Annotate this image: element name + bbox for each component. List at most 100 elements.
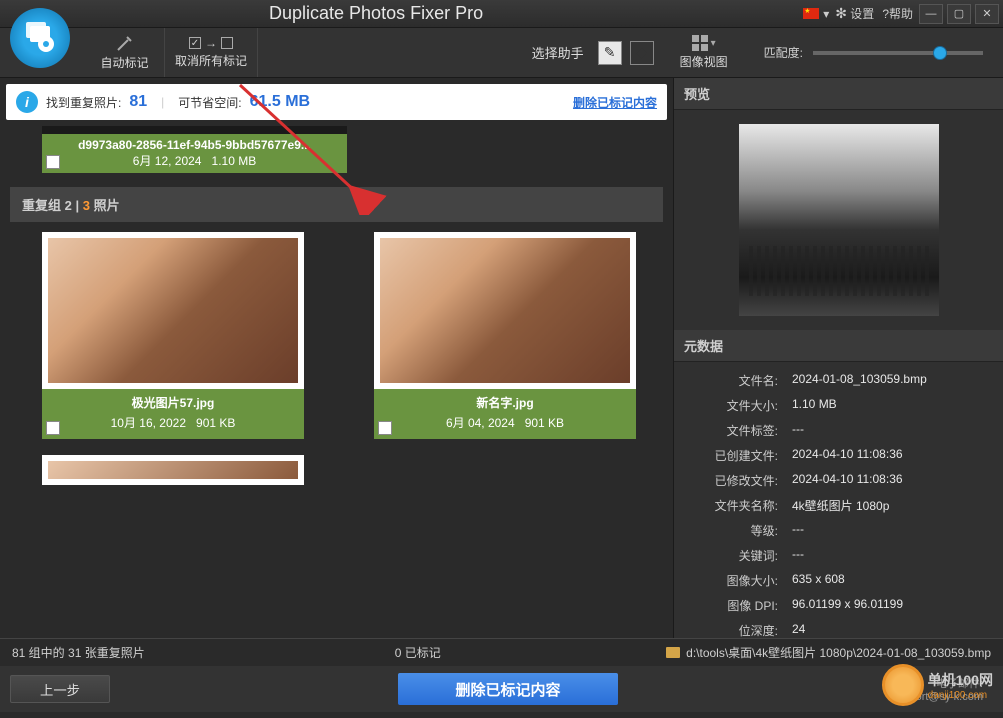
flag-icon[interactable] <box>803 8 819 19</box>
maximize-button[interactable]: ▢ <box>947 4 971 24</box>
results-scroll[interactable]: d9973a80-2856-11ef-94b5-9bbd57677e9... 6… <box>0 126 673 638</box>
metadata-row: 已创建文件:2024-04-10 11:08:36 <box>684 443 993 468</box>
toolbar: 自动标记 ✓ → 取消所有标记 选择助手 ✎ ◆ ▾ 图像视图 匹配度: <box>0 28 1003 78</box>
meta-value: --- <box>792 522 993 539</box>
meta-value: 2024-04-10 11:08:36 <box>792 447 993 464</box>
savable-size: 61.5 MB <box>250 93 310 111</box>
metadata-row: 图像 DPI:96.01199 x 96.01199 <box>684 593 993 618</box>
preview-image <box>739 124 939 316</box>
metadata-row: 关键词:--- <box>684 543 993 568</box>
meta-label: 等级: <box>684 522 792 539</box>
meta-label: 图像 DPI: <box>684 597 792 614</box>
metadata-row: 文件标签:--- <box>684 418 993 443</box>
match-slider[interactable] <box>813 51 983 55</box>
meta-value: 1.10 MB <box>792 397 993 414</box>
found-count: 81 <box>129 93 147 111</box>
preview-header: 预览 <box>674 78 1003 110</box>
match-label: 匹配度: <box>764 44 803 61</box>
dropdown-icon[interactable]: ▾ <box>823 7 829 21</box>
auto-mark-button[interactable]: 自动标记 <box>85 28 165 77</box>
metadata-list: 文件名:2024-01-08_103059.bmp文件大小:1.10 MB文件标… <box>674 362 1003 638</box>
select-helper: 选择助手 ✎ ◆ <box>522 28 664 77</box>
photo-thumbnail <box>42 126 347 134</box>
photo-size: 1.10 MB <box>212 154 257 168</box>
results-panel: i 找到重复照片: 81 | 可节省空间: 61.5 MB 删除已标记内容 d9… <box>0 78 673 638</box>
meta-label: 图像大小: <box>684 572 792 589</box>
savable-label: 可节省空间: <box>178 94 241 111</box>
metadata-row: 图像大小:635 x 608 <box>684 568 993 593</box>
metadata-row: 已修改文件:2024-04-10 11:08:36 <box>684 468 993 493</box>
meta-value: 2024-04-10 11:08:36 <box>792 472 993 489</box>
unmark-all-button[interactable]: ✓ → 取消所有标记 <box>165 28 258 77</box>
photo-thumbnail <box>380 238 630 383</box>
meta-value: --- <box>792 422 993 439</box>
photo-checkbox[interactable] <box>46 155 60 169</box>
metadata-row: 文件名:2024-01-08_103059.bmp <box>684 368 993 393</box>
minimize-button[interactable]: — <box>919 4 943 24</box>
image-view-button[interactable]: ▾ 图像视图 <box>664 28 744 77</box>
photo-filename: 新名字.jpg <box>378 394 632 411</box>
helper-btn-1[interactable]: ✎ <box>598 41 622 65</box>
empty-box-icon <box>221 37 233 49</box>
meta-label: 文件名: <box>684 372 792 389</box>
photo-filename: d9973a80-2856-11ef-94b5-9bbd57677e9... <box>50 138 339 152</box>
photo-thumbnail <box>48 238 298 383</box>
slider-thumb[interactable] <box>933 46 947 60</box>
found-label: 找到重复照片: <box>46 94 121 111</box>
meta-label: 关键词: <box>684 547 792 564</box>
meta-value: 24 <box>792 622 993 638</box>
metadata-header: 元数据 <box>674 330 1003 362</box>
close-button[interactable]: ✕ <box>975 4 999 24</box>
watermark-text: 单机100网 <box>928 670 993 690</box>
meta-label: 已修改文件: <box>684 472 792 489</box>
titlebar: Duplicate Photos Fixer Pro ▾ ✻ 设置 ?帮助 — … <box>0 0 1003 28</box>
metadata-row: 位深度:24 <box>684 618 993 638</box>
settings-link[interactable]: ✻ 设置 <box>833 5 876 22</box>
app-title: Duplicate Photos Fixer Pro <box>269 3 483 24</box>
delete-marked-link[interactable]: 删除已标记内容 <box>573 94 657 111</box>
photo-filename: 极光图片57.jpg <box>46 394 300 411</box>
meta-label: 文件标签: <box>684 422 792 439</box>
meta-label: 文件夹名称: <box>684 497 792 514</box>
metadata-row: 文件夹名称:4k壁纸图片 1080p <box>684 493 993 518</box>
meta-label: 位深度: <box>684 622 792 638</box>
bottom-bar: 上一步 删除已标记内容 电子邮件: support@sy k.com <box>0 666 1003 712</box>
metadata-row: 文件大小:1.10 MB <box>684 393 993 418</box>
meta-value: 96.01199 x 96.01199 <box>792 597 993 614</box>
folder-icon <box>666 647 680 658</box>
watermark-url: danji100.com <box>928 690 993 701</box>
photo-card[interactable]: d9973a80-2856-11ef-94b5-9bbd57677e9... 6… <box>42 126 347 173</box>
helper-btn-2[interactable]: ◆ <box>630 41 654 65</box>
delete-marked-button[interactable]: 删除已标记内容 <box>398 673 618 705</box>
photo-size: 901 KB <box>525 416 564 430</box>
watermark: 单机100网 danji100.com <box>882 664 993 706</box>
info-bar: i 找到重复照片: 81 | 可节省空间: 61.5 MB 删除已标记内容 <box>6 84 667 120</box>
photos-gear-icon <box>22 20 58 56</box>
meta-label: 已创建文件: <box>684 447 792 464</box>
details-panel: 预览 元数据 文件名:2024-01-08_103059.bmp文件大小:1.1… <box>673 78 1003 638</box>
status-path: d:\tools\桌面\4k壁纸图片 1080p\2024-01-08_1030… <box>686 644 991 661</box>
status-bar: 81 组中的 31 张重复照片 0 已标记 d:\tools\桌面\4k壁纸图片… <box>0 638 1003 666</box>
photo-date: 6月 04, 2024 <box>446 416 515 430</box>
watermark-logo-icon <box>882 664 924 706</box>
photo-card[interactable]: 新名字.jpg 6月 04, 2024 901 KB <box>374 232 636 439</box>
photo-card[interactable]: 极光图片57.jpg 10月 16, 2022 901 KB <box>42 232 304 439</box>
group-header: 重复组 2 | 3 照片 <box>10 187 663 222</box>
photo-size: 901 KB <box>196 416 235 430</box>
meta-value: --- <box>792 547 993 564</box>
meta-value: 635 x 608 <box>792 572 993 589</box>
photo-checkbox[interactable] <box>378 421 392 435</box>
photo-card[interactable] <box>42 455 304 485</box>
prev-button[interactable]: 上一步 <box>10 675 110 703</box>
status-groups: 81 组中的 31 张重复照片 <box>12 644 145 661</box>
checked-box-icon: ✓ <box>189 37 201 49</box>
photo-date: 10月 16, 2022 <box>111 416 186 430</box>
help-link[interactable]: ?帮助 <box>880 5 915 22</box>
app-logo <box>10 8 70 68</box>
meta-value: 4k壁纸图片 1080p <box>792 497 993 514</box>
info-icon: i <box>16 91 38 113</box>
arrow-right-icon: → <box>205 36 217 50</box>
wand-icon <box>116 34 134 52</box>
meta-label: 文件大小: <box>684 397 792 414</box>
photo-checkbox[interactable] <box>46 421 60 435</box>
